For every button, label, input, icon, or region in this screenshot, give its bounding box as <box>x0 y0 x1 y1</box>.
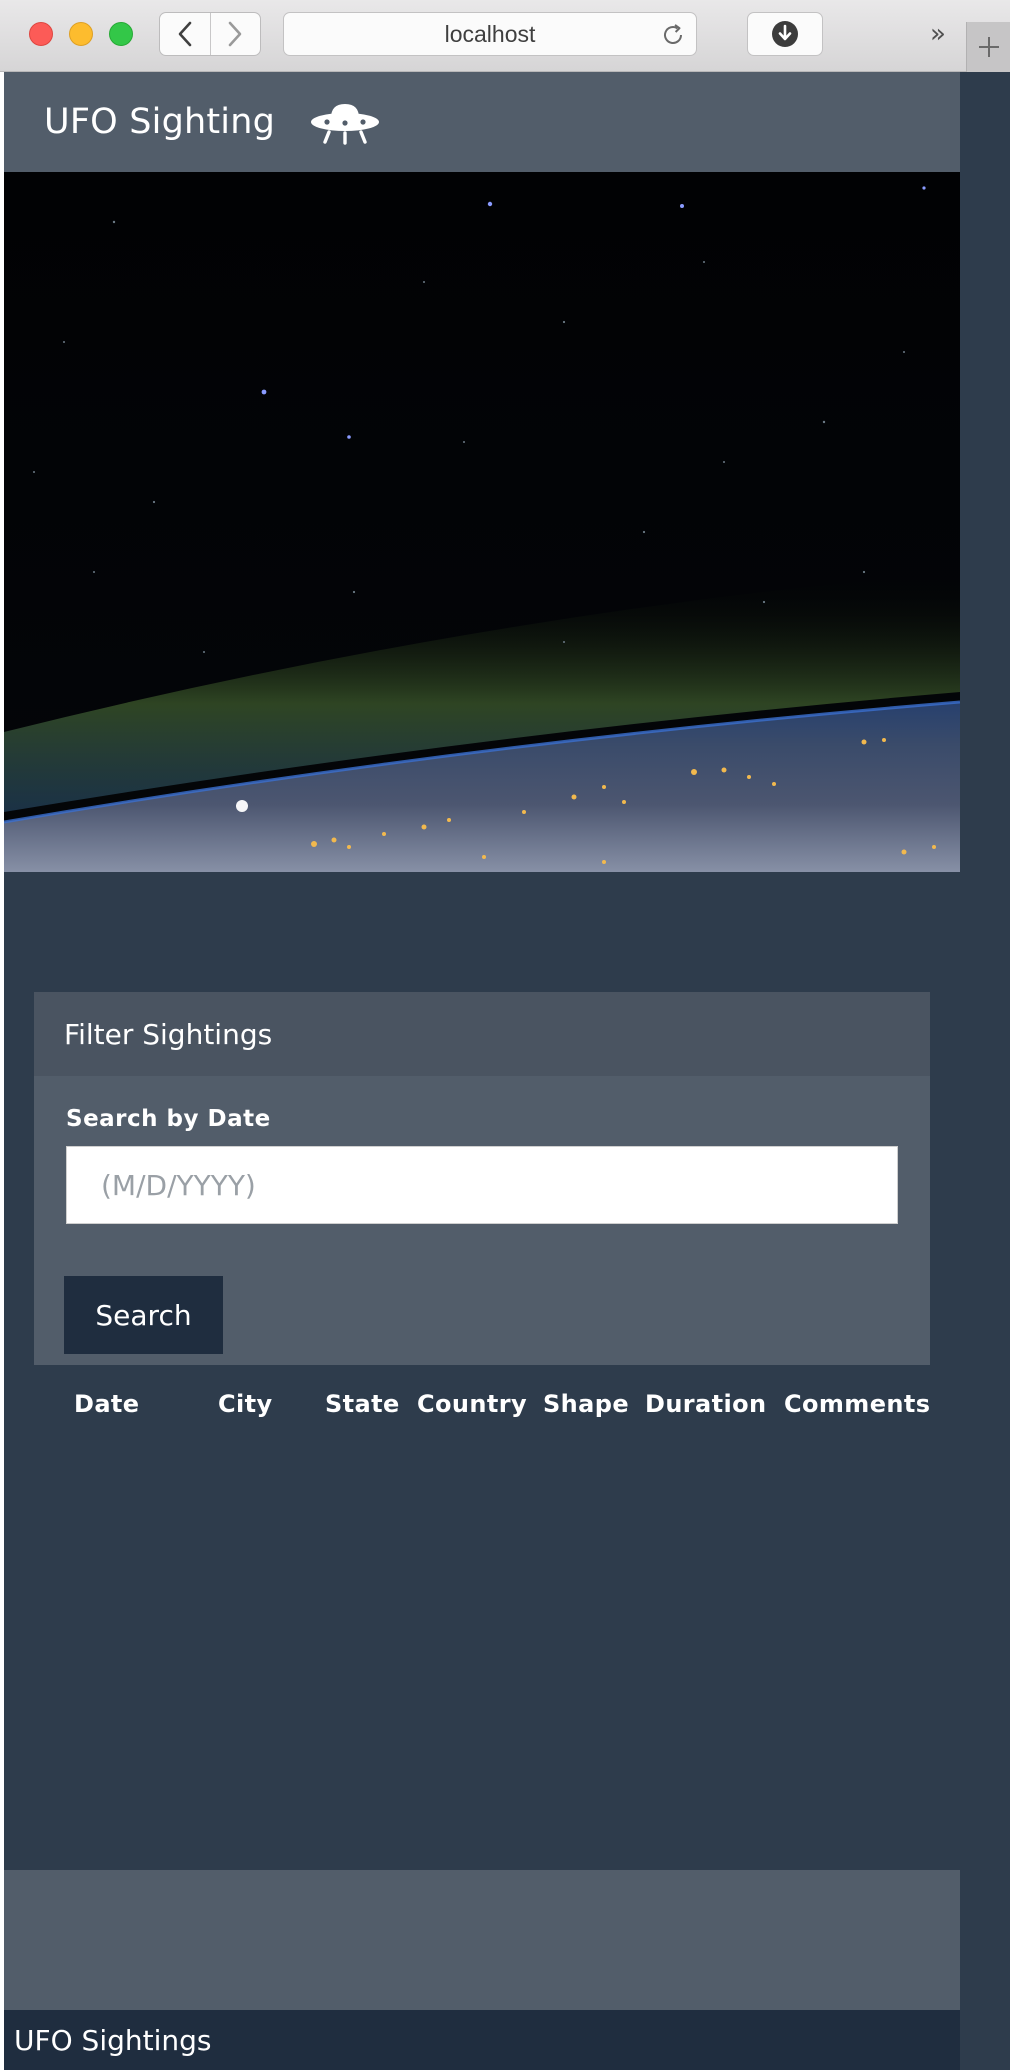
downloads-button[interactable] <box>747 12 823 56</box>
chevron-double-right-icon: » <box>930 19 946 49</box>
footer-band <box>4 1870 960 2010</box>
browser-toolbar: localhost » <box>0 0 1010 72</box>
date-search-input[interactable] <box>66 1146 898 1224</box>
chevron-left-icon <box>178 21 192 47</box>
address-bar[interactable]: localhost <box>283 12 697 56</box>
page: UFO Sighting Filter Sightings Search by … <box>4 72 960 2070</box>
column-header-shape[interactable]: Shape <box>543 1390 629 1418</box>
filter-heading: Filter Sightings <box>34 992 930 1076</box>
page-gutter <box>960 72 1010 2070</box>
column-header-state[interactable]: State <box>325 1390 400 1418</box>
address-text: localhost <box>444 20 536 47</box>
column-header-date[interactable]: Date <box>74 1390 139 1418</box>
download-icon <box>772 21 798 47</box>
filter-panel: Filter Sightings Search by Date Search <box>34 992 930 1365</box>
search-button[interactable]: Search <box>64 1276 223 1354</box>
chevron-right-icon <box>228 21 242 47</box>
forward-button[interactable] <box>209 13 261 55</box>
reload-button[interactable] <box>660 22 686 52</box>
footer: UFO Sightings <box>4 2010 960 2070</box>
toolbar-overflow-button[interactable]: » <box>918 16 958 52</box>
hero-image <box>4 172 960 872</box>
plus-icon <box>978 37 999 57</box>
reload-icon <box>664 24 682 44</box>
back-button[interactable] <box>160 13 210 55</box>
navbar: UFO Sighting <box>4 72 960 172</box>
column-header-duration[interactable]: Duration <box>645 1390 767 1418</box>
history-nav <box>159 12 261 56</box>
column-header-comments[interactable]: Comments <box>784 1390 930 1418</box>
footer-text: UFO Sightings <box>14 2023 212 2057</box>
sightings-table-header: Date City State Country Shape Duration C… <box>34 1390 934 1450</box>
column-header-country[interactable]: Country <box>417 1390 527 1418</box>
new-tab-button[interactable] <box>966 22 1010 72</box>
column-header-city[interactable]: City <box>218 1390 273 1418</box>
filter-form: Search by Date Search <box>34 1076 930 1354</box>
date-field-label: Search by Date <box>66 1106 271 1132</box>
earth-night-image <box>4 172 960 872</box>
ufo-icon <box>309 100 381 150</box>
close-window-button[interactable] <box>29 22 53 46</box>
zoom-window-button[interactable] <box>109 22 133 46</box>
minimize-window-button[interactable] <box>69 22 93 46</box>
brand-title[interactable]: UFO Sighting <box>44 102 275 142</box>
